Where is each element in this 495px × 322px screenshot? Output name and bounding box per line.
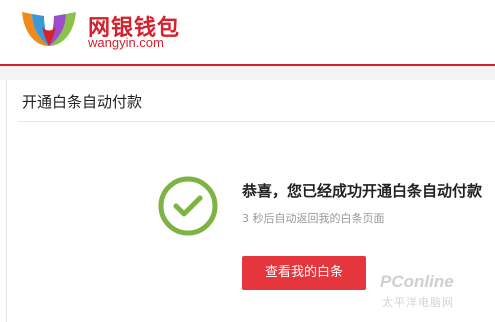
success-message: 恭喜，您已经成功开通白条自动付款 — [242, 182, 483, 200]
site-header: 网银钱包 wangyin.com — [0, 0, 495, 64]
logo-text-en: wangyin.com — [88, 35, 164, 50]
watermark-subtext: 太平洋电脑网 — [382, 296, 454, 309]
success-indicator — [157, 175, 219, 237]
page-title: 开通白条自动付款 — [22, 93, 143, 111]
view-my-baitiao-button[interactable]: 查看我的白条 — [242, 256, 366, 290]
page-background-band — [0, 66, 495, 80]
wangyin-logo-icon[interactable] — [18, 8, 80, 50]
redirect-countdown: 3 秒后自动返回我的白条页面 — [242, 212, 385, 225]
title-divider — [18, 121, 495, 122]
watermark-logo: PConline — [380, 272, 454, 291]
check-circle-icon — [158, 176, 218, 236]
